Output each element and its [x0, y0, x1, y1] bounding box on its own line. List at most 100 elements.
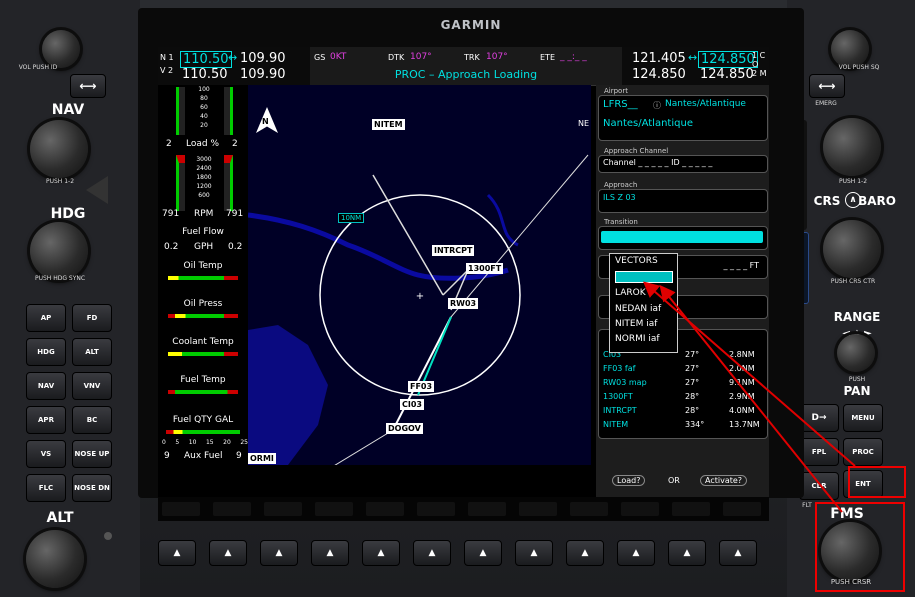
nav-divider-triangle [86, 176, 108, 204]
leg-intrcpt-1300 [442, 269, 469, 296]
fuel-tick-25: 25 [240, 439, 248, 446]
transition-option-nitem[interactable]: NITEM iaf [615, 319, 675, 331]
oil-temp-bar [168, 276, 238, 280]
ne-label: NE [578, 119, 590, 128]
proc-button[interactable]: PROC [843, 438, 883, 466]
crs-baro-knob[interactable] [823, 220, 881, 278]
activate-button[interactable]: Activate? [700, 475, 748, 486]
apr-button[interactable]: APR [26, 406, 66, 434]
hdg-button[interactable]: HDG [26, 338, 66, 366]
leg-wpt-1[interactable]: FF03 faf [603, 364, 635, 373]
bc-button[interactable]: BC [72, 406, 112, 434]
vs-button[interactable]: VS [26, 440, 66, 468]
transition-option-selected[interactable] [615, 271, 673, 283]
transition-option-larok[interactable]: LAROK [615, 288, 675, 300]
load-tick-80: 80 [200, 95, 208, 102]
waypoint-ci03[interactable]: CI03 [400, 399, 424, 410]
hdg-knob[interactable] [30, 222, 88, 280]
nose-dn-button[interactable]: NOSE DN [72, 474, 112, 502]
load-gauge-right [224, 87, 233, 135]
alt-knob[interactable] [26, 530, 84, 588]
alt-button[interactable]: ALT [72, 338, 112, 366]
fuel-tick-5: 5 [175, 439, 180, 446]
softkey-button-8[interactable]: ▲ [515, 540, 553, 566]
softkey-button-7[interactable]: ▲ [464, 540, 502, 566]
airport-box: LFRS__ ⓘ Nantes/Atlantique Nantes/Atlant… [598, 95, 768, 141]
flc-button[interactable]: FLC [26, 474, 66, 502]
com-knob[interactable] [823, 118, 881, 176]
approach-field[interactable]: ILS Z 03 [603, 193, 636, 202]
leg-wpt-4[interactable]: INTRCPT [603, 406, 637, 415]
nav1-standby-freq: 109.90 [240, 51, 286, 66]
softkey-button-11[interactable]: ▲ [668, 540, 706, 566]
transition-option-normi[interactable]: NORMI iaf [615, 334, 675, 346]
leg-wpt-3[interactable]: 1300FT [603, 392, 633, 401]
engine-indicator-strip: 100 80 60 40 20 2 Load % 2 3000 2400 180… [158, 85, 248, 465]
load-label: Load % [186, 139, 220, 149]
waypoint-1300ft[interactable]: 1300FT [466, 263, 504, 274]
nav-volume-knob[interactable] [42, 30, 80, 68]
range-joystick[interactable] [837, 334, 875, 372]
garmin-logo: GARMIN [440, 18, 502, 32]
hdg-knob-label: HDG [50, 206, 86, 222]
softkey-slot-10 [621, 502, 659, 516]
waypoint-dogov[interactable]: DOGOV [386, 423, 423, 434]
nav-knob[interactable] [30, 120, 88, 178]
transition-field-selected[interactable] [601, 231, 763, 243]
transition-option-vectors[interactable]: VECTORS [615, 256, 675, 268]
transition-dropdown: VECTORS LAROK NEDAN iaf NITEM iaf NORMI … [609, 253, 678, 353]
approach-box: ILS Z 03 [598, 189, 768, 213]
load-button[interactable]: Load? [612, 475, 646, 486]
nav-swap-button[interactable]: ⟷ [70, 74, 106, 98]
navigation-map[interactable]: + N NE 10NM NITEM INTRCPT 1300FT RW03 FF… [248, 85, 591, 465]
direct-to-button[interactable]: D→ [799, 404, 839, 432]
softkey-button-3[interactable]: ▲ [260, 540, 298, 566]
load-right-value: 2 [232, 139, 238, 149]
north-label: N [262, 117, 269, 126]
leg-wpt-2[interactable]: RW03 map [603, 378, 647, 387]
waypoint-ff03[interactable]: FF03 [408, 381, 435, 392]
nav-mode-button[interactable]: NAV [26, 372, 66, 400]
softkey-button-9[interactable]: ▲ [566, 540, 604, 566]
com1-standby-freq[interactable]: 124.850 [698, 51, 758, 68]
crs-label: CRS [813, 194, 841, 208]
com-swap-icon: ↔ [688, 51, 698, 64]
leg-dis-4: 4.0NM [729, 406, 755, 415]
com-volume-knob[interactable] [831, 30, 869, 68]
softkey-button-1[interactable]: ▲ [158, 540, 196, 566]
ete-value: _ _:_ _ [560, 52, 587, 62]
fd-button[interactable]: FD [72, 304, 112, 332]
softkey-slot-12 [723, 502, 761, 516]
leg-wpt-5[interactable]: NITEM [603, 420, 628, 429]
airport-code-field[interactable]: LFRS__ [603, 99, 638, 110]
transition-option-nedan[interactable]: NEDAN iaf [615, 304, 675, 316]
softkey-button-6[interactable]: ▲ [413, 540, 451, 566]
menu-button[interactable]: MENU [843, 404, 883, 432]
softkey-button-12[interactable]: ▲ [719, 540, 757, 566]
softkey-button-2[interactable]: ▲ [209, 540, 247, 566]
leg-final-approach [392, 316, 452, 431]
waypoint-normi[interactable]: ORMI [248, 453, 276, 464]
clr-button[interactable]: CLR [799, 472, 839, 500]
nose-up-button[interactable]: NOSE UP [72, 440, 112, 468]
airport-name: Nantes/Atlantique [603, 118, 693, 129]
waypoint-rw03[interactable]: RW03 [448, 298, 479, 309]
leg-dis-2: 9.1NM [729, 378, 755, 387]
softkey-button-10[interactable]: ▲ [617, 540, 655, 566]
minimums-field[interactable]: _ _ _ _ FT [723, 261, 759, 270]
softkey-button-5[interactable]: ▲ [362, 540, 400, 566]
nav1-active-freq[interactable]: 110.50 [180, 51, 232, 68]
rpm-tick-1800: 1800 [196, 174, 212, 181]
softkey-button-4[interactable]: ▲ [311, 540, 349, 566]
rpm-gauge-left [176, 155, 185, 211]
ap-button[interactable]: AP [26, 304, 66, 332]
nav2-standby-freq: 109.90 [240, 67, 286, 82]
waypoint-intrcpt[interactable]: INTRCPT [432, 245, 475, 256]
waypoint-nitem[interactable]: NITEM [372, 119, 405, 130]
vnv-button[interactable]: VNV [72, 372, 112, 400]
leg-dis-0: 2.8NM [729, 350, 755, 359]
channel-field[interactable]: Channel _ _ _ _ _ ID _ _ _ _ _ [603, 158, 712, 167]
coolant-temp-bar [168, 352, 238, 356]
fpl-button[interactable]: FPL [799, 438, 839, 466]
com-swap-button[interactable]: ⟷ [809, 74, 845, 98]
